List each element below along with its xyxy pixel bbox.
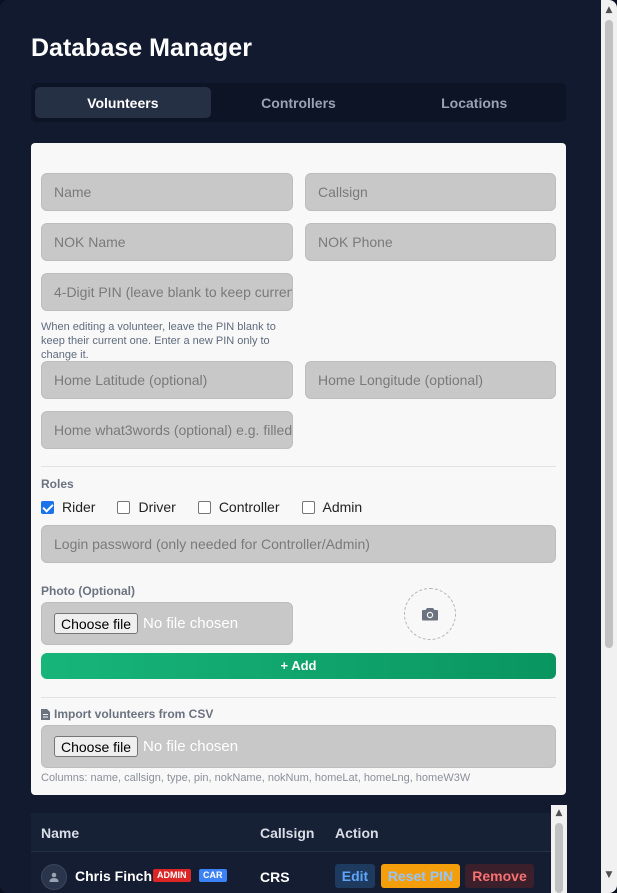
volunteer-form-card: Name Callsign NOK Name NOK Phone 4-Digit…: [31, 143, 566, 795]
tab-volunteers[interactable]: Volunteers: [35, 87, 211, 118]
roles-label: Roles: [41, 477, 74, 491]
tab-controllers[interactable]: Controllers: [211, 87, 387, 118]
photo-label: Photo (Optional): [41, 584, 135, 598]
password-input[interactable]: Login password (only needed for Controll…: [41, 525, 556, 563]
home-latitude-input[interactable]: Home Latitude (optional): [41, 361, 293, 399]
page-title: Database Manager: [31, 34, 252, 62]
nok-phone-input[interactable]: NOK Phone: [305, 223, 556, 261]
scroll-up-icon[interactable]: ▲: [601, 2, 617, 18]
import-label-text: Import volunteers from CSV: [54, 707, 214, 721]
tab-bar: Volunteers Controllers Locations: [31, 83, 566, 122]
role-label: Driver: [138, 499, 176, 515]
volunteer-callsign: CRS: [260, 869, 290, 885]
pin-input[interactable]: 4-Digit PIN (leave blank to keep current…: [41, 273, 293, 311]
role-rider[interactable]: Rider: [41, 499, 95, 515]
table-scrollbar[interactable]: ▲: [551, 805, 567, 893]
table-scroll-thumb[interactable]: [555, 823, 563, 893]
header-callsign: Callsign: [260, 825, 315, 841]
callsign-input[interactable]: Callsign: [305, 173, 556, 211]
photo-file-input[interactable]: Choose file No file chosen: [41, 602, 293, 645]
role-driver[interactable]: Driver: [117, 499, 176, 515]
name-input[interactable]: Name: [41, 173, 293, 211]
volunteer-name: Chris Finch: [75, 868, 153, 884]
admin-badge: ADMIN: [153, 869, 191, 882]
choose-file-button[interactable]: Choose file: [54, 613, 139, 634]
add-button[interactable]: + Add: [41, 653, 556, 679]
volunteers-table: Name Callsign Action Chris Finch ADMIN C…: [31, 813, 566, 893]
import-csv-label: Import volunteers from CSV: [41, 707, 213, 721]
header-action: Action: [335, 825, 379, 841]
home-longitude-input[interactable]: Home Longitude (optional): [305, 361, 556, 399]
csv-columns-hint: Columns: name, callsign, type, pin, nokN…: [41, 772, 471, 784]
camera-icon: [422, 608, 438, 621]
role-admin[interactable]: Admin: [301, 499, 363, 515]
edit-button[interactable]: Edit: [335, 864, 375, 888]
page-scroll-thumb[interactable]: [605, 20, 613, 648]
no-csv-text: No file chosen: [143, 738, 239, 755]
no-file-text: No file chosen: [143, 615, 239, 632]
rider-checkbox[interactable]: [41, 500, 54, 514]
reset-pin-button[interactable]: Reset PIN: [381, 864, 460, 888]
page-scrollbar[interactable]: ▲ ▼: [601, 0, 617, 893]
scroll-down-icon[interactable]: ▼: [601, 867, 617, 883]
main-content: Database Manager Volunteers Controllers …: [0, 0, 601, 893]
photo-preview[interactable]: [404, 588, 456, 640]
scroll-up-icon[interactable]: ▲: [551, 805, 567, 821]
controller-checkbox[interactable]: [197, 500, 211, 514]
driver-checkbox[interactable]: [117, 500, 131, 514]
nok-name-input[interactable]: NOK Name: [41, 223, 293, 261]
admin-checkbox[interactable]: [301, 500, 315, 514]
remove-button[interactable]: Remove: [465, 864, 534, 888]
file-icon: [41, 708, 50, 720]
role-label: Admin: [322, 499, 363, 515]
role-label: Controller: [218, 499, 280, 515]
role-controller[interactable]: Controller: [197, 499, 280, 515]
header-name: Name: [41, 825, 80, 841]
choose-csv-button[interactable]: Choose file: [54, 736, 139, 757]
car-badge: CAR: [199, 869, 227, 882]
home-what3words-input[interactable]: Home what3words (optional) e.g. filled.c…: [41, 411, 293, 449]
role-label: Rider: [62, 499, 96, 515]
avatar: [41, 864, 67, 890]
csv-file-input[interactable]: Choose file No file chosen: [41, 725, 556, 768]
divider: [41, 697, 556, 698]
user-icon: [49, 872, 59, 882]
app-window: Database Manager Volunteers Controllers …: [0, 0, 617, 893]
table-header: Name Callsign Action: [31, 813, 566, 852]
roles-group: Rider Driver Controller Admin: [41, 499, 384, 515]
divider: [41, 466, 556, 467]
tab-locations[interactable]: Locations: [386, 87, 562, 118]
pin-hint: When editing a volunteer, leave the PIN …: [41, 321, 276, 361]
table-row: Chris Finch ADMIN CAR CRS Edit Reset PIN…: [31, 853, 566, 893]
